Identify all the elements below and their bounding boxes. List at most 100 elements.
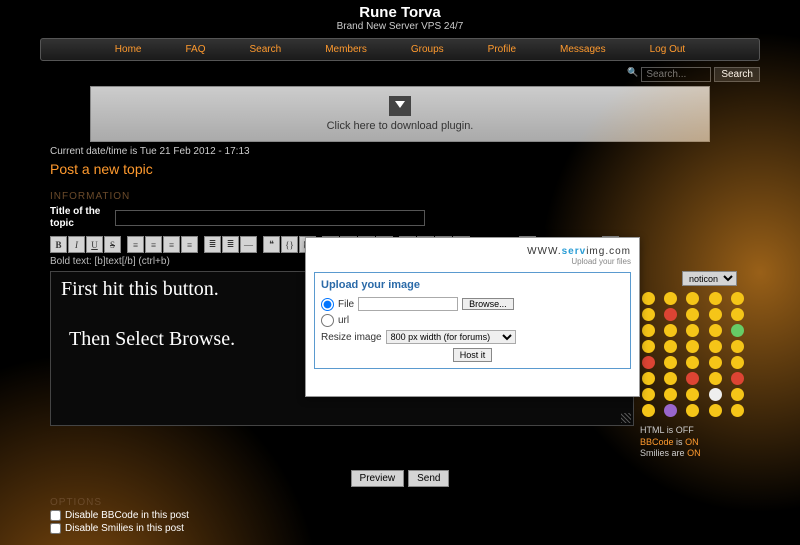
list-ol-button[interactable]: ≣ (222, 236, 239, 253)
list-ul-button[interactable]: ≣ (204, 236, 221, 253)
emoticon[interactable] (686, 308, 699, 321)
emoticon-select[interactable]: noticons (682, 271, 737, 286)
instruction-text-2: Then Select Browse. (69, 328, 235, 351)
emoticon[interactable] (642, 292, 655, 305)
emoticon[interactable] (664, 292, 677, 305)
emoticon-grid (640, 288, 750, 419)
emoticon[interactable] (686, 340, 699, 353)
instruction-text-1: First hit this button. (61, 278, 219, 301)
align-left-button[interactable]: ≡ (127, 236, 144, 253)
popup-title: Upload your image (321, 279, 624, 291)
search-bar: 🔍 Search (0, 65, 800, 84)
quote-button[interactable]: ❝ (263, 236, 280, 253)
emoticon[interactable] (731, 388, 744, 401)
emoticon[interactable] (686, 292, 699, 305)
emoticon[interactable] (709, 308, 722, 321)
emoticon[interactable] (664, 308, 677, 321)
title-label: Title of the topic (50, 206, 105, 230)
emoticon[interactable] (686, 388, 699, 401)
file-path-input[interactable] (358, 297, 458, 311)
download-banner[interactable]: Click here to download plugin. (90, 86, 710, 142)
italic-button[interactable]: I (68, 236, 85, 253)
emoticon[interactable] (709, 324, 722, 337)
disable-bbcode-label: Disable BBCode in this post (65, 510, 189, 521)
nav-logout[interactable]: Log Out (628, 41, 708, 58)
align-justify-button[interactable]: ≡ (181, 236, 198, 253)
nav-search[interactable]: Search (228, 41, 304, 58)
emoticon[interactable] (642, 388, 655, 401)
url-label: url (338, 315, 349, 326)
emoticon[interactable] (731, 372, 744, 385)
emoticon[interactable] (686, 356, 699, 369)
status-lines: HTML is OFF BBCode is ON Smilies are ON (640, 425, 750, 460)
search-input[interactable] (641, 67, 711, 82)
emoticon[interactable] (731, 308, 744, 321)
emoticon[interactable] (709, 340, 722, 353)
emoticon[interactable] (642, 356, 655, 369)
emoticon[interactable] (664, 388, 677, 401)
resize-label: Resize image (321, 332, 382, 343)
underline-button[interactable]: U (86, 236, 103, 253)
file-label: File (338, 299, 354, 310)
emoticon[interactable] (686, 324, 699, 337)
emoticon[interactable] (731, 356, 744, 369)
emoticon[interactable] (709, 292, 722, 305)
nav-members[interactable]: Members (303, 41, 389, 58)
datetime: Current date/time is Tue 21 Feb 2012 - 1… (0, 144, 800, 161)
emoticon[interactable] (731, 324, 744, 337)
code-button[interactable]: {} (281, 236, 298, 253)
emoticon[interactable] (664, 356, 677, 369)
servimg-logo: WWW.servimg.com (314, 246, 631, 257)
nav-home[interactable]: Home (93, 41, 164, 58)
emoticon[interactable] (642, 372, 655, 385)
banner-text: Click here to download plugin. (327, 120, 474, 132)
hr-button[interactable]: — (240, 236, 257, 253)
emoticon[interactable] (709, 372, 722, 385)
main-nav: Home FAQ Search Members Groups Profile M… (40, 38, 760, 61)
options-header: OPTIONS (50, 497, 750, 508)
topic-title-input[interactable] (115, 210, 425, 226)
emoticon[interactable] (642, 340, 655, 353)
emoticon[interactable] (731, 404, 744, 417)
strike-button[interactable]: S (104, 236, 121, 253)
emoticon[interactable] (709, 356, 722, 369)
search-icon: 🔍 (627, 67, 638, 82)
nav-profile[interactable]: Profile (466, 41, 538, 58)
nav-messages[interactable]: Messages (538, 41, 628, 58)
emoticon[interactable] (686, 404, 699, 417)
url-radio[interactable] (321, 314, 334, 327)
emoticon[interactable] (664, 340, 677, 353)
tagline: Brand New Server VPS 24/7 (0, 21, 800, 32)
preview-button[interactable]: Preview (351, 470, 405, 487)
browse-button[interactable]: Browse... (462, 298, 514, 310)
send-button[interactable]: Send (408, 470, 449, 487)
resize-handle[interactable] (621, 413, 631, 423)
page-title: Post a new topic (50, 161, 750, 177)
resize-select[interactable]: 800 px width (for forums) (386, 330, 516, 344)
emoticon[interactable] (664, 404, 677, 417)
emoticon[interactable] (709, 388, 722, 401)
emoticon[interactable] (642, 404, 655, 417)
section-header: INFORMATION (50, 191, 750, 202)
search-button[interactable]: Search (714, 67, 760, 82)
emoticon[interactable] (642, 308, 655, 321)
emoticon[interactable] (642, 324, 655, 337)
nav-faq[interactable]: FAQ (163, 41, 227, 58)
emoticon[interactable] (731, 340, 744, 353)
download-icon (389, 96, 411, 116)
disable-smilies-checkbox[interactable] (50, 523, 61, 534)
upload-popup: WWW.servimg.com Upload your files Upload… (305, 237, 640, 397)
disable-bbcode-checkbox[interactable] (50, 510, 61, 521)
file-radio[interactable] (321, 298, 334, 311)
emoticon[interactable] (686, 372, 699, 385)
emoticon[interactable] (709, 404, 722, 417)
disable-smilies-label: Disable Smilies in this post (65, 523, 184, 534)
nav-groups[interactable]: Groups (389, 41, 466, 58)
align-center-button[interactable]: ≡ (145, 236, 162, 253)
emoticon[interactable] (664, 324, 677, 337)
host-button[interactable]: Host it (453, 348, 493, 362)
emoticon[interactable] (731, 292, 744, 305)
bold-button[interactable]: B (50, 236, 67, 253)
align-right-button[interactable]: ≡ (163, 236, 180, 253)
emoticon[interactable] (664, 372, 677, 385)
